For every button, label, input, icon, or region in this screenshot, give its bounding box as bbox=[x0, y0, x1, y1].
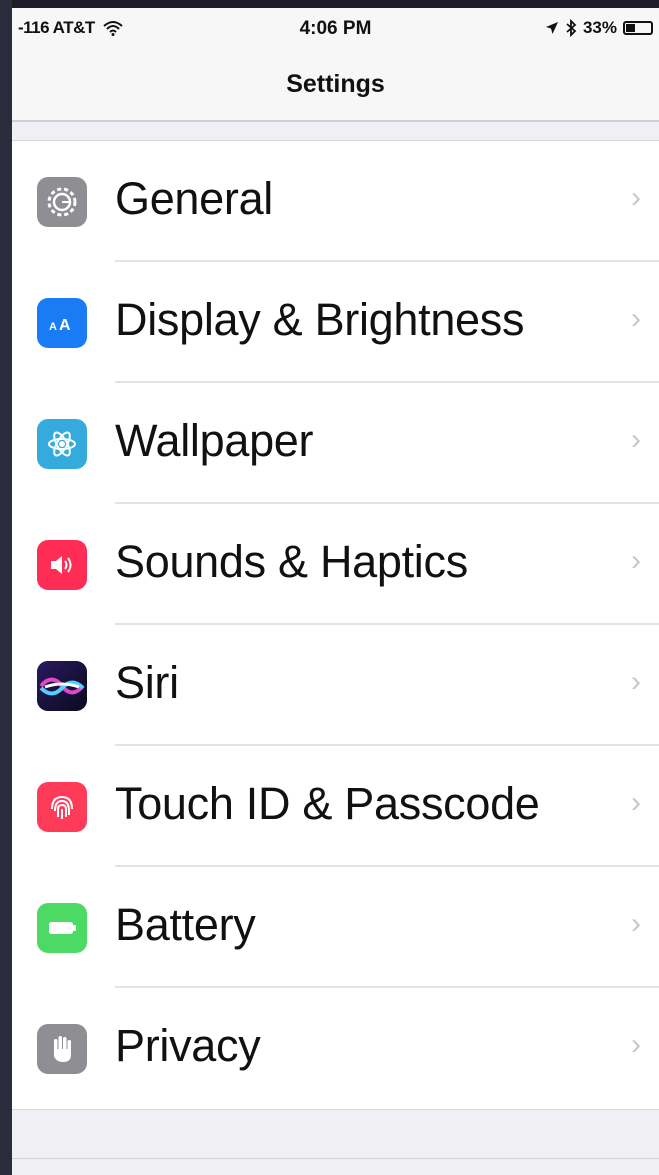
settings-row-wallpaper[interactable]: Wallpaper › bbox=[12, 383, 659, 504]
flower-icon bbox=[37, 419, 87, 469]
settings-screen: -116 AT&T 4:06 PM 33% Settings General ›… bbox=[12, 8, 659, 1175]
bluetooth-icon bbox=[566, 19, 577, 37]
status-right: 33% bbox=[545, 18, 653, 38]
chevron-right-icon: › bbox=[631, 786, 641, 819]
svg-text:A: A bbox=[49, 321, 57, 333]
settings-row-siri[interactable]: Siri › bbox=[12, 625, 659, 746]
settings-row-label: General bbox=[115, 173, 273, 224]
settings-row-sounds-haptics[interactable]: Sounds & Haptics › bbox=[12, 504, 659, 625]
battery-indicator-icon bbox=[623, 21, 653, 35]
battery-icon bbox=[37, 903, 87, 953]
settings-row-privacy[interactable]: Privacy › bbox=[12, 988, 659, 1109]
fingerprint-icon bbox=[37, 782, 87, 832]
battery-level-fill bbox=[626, 24, 635, 32]
settings-row-label: Touch ID & Passcode bbox=[115, 778, 540, 829]
settings-row-label: Siri bbox=[115, 657, 179, 708]
chevron-right-icon: › bbox=[631, 907, 641, 940]
settings-row-label: Battery bbox=[115, 899, 256, 950]
navigation-bar: Settings bbox=[12, 50, 659, 122]
settings-list: General › A A Display & Brightness › Wal… bbox=[12, 140, 659, 1110]
svg-text:A: A bbox=[59, 317, 71, 334]
chevron-right-icon: › bbox=[631, 302, 641, 335]
section-divider bbox=[12, 1158, 659, 1159]
battery-percent: 33% bbox=[582, 18, 617, 37]
status-bar: -116 AT&T 4:06 PM 33% bbox=[12, 8, 659, 50]
chevron-right-icon: › bbox=[631, 181, 641, 214]
settings-row-label: Display & Brightness bbox=[115, 294, 525, 345]
settings-row-label: Sounds & Haptics bbox=[115, 536, 468, 587]
location-arrow-icon bbox=[545, 22, 558, 34]
page-title: Settings bbox=[286, 70, 385, 98]
device-bezel bbox=[0, 0, 12, 1175]
siri-icon bbox=[37, 661, 87, 711]
chevron-right-icon: › bbox=[631, 665, 641, 698]
speaker-icon bbox=[37, 540, 87, 590]
settings-row-battery[interactable]: Battery › bbox=[12, 867, 659, 988]
text-size-icon: A A bbox=[37, 298, 87, 348]
chevron-right-icon: › bbox=[631, 423, 641, 456]
gear-icon bbox=[37, 177, 87, 227]
hand-icon bbox=[37, 1024, 87, 1074]
settings-row-label: Privacy bbox=[115, 1020, 261, 1071]
settings-row-touch-id-passcode[interactable]: Touch ID & Passcode › bbox=[12, 746, 659, 867]
chevron-right-icon: › bbox=[631, 544, 641, 577]
settings-row-display-brightness[interactable]: A A Display & Brightness › bbox=[12, 262, 659, 383]
settings-row-general[interactable]: General › bbox=[12, 141, 659, 262]
settings-row-label: Wallpaper bbox=[115, 415, 314, 466]
chevron-right-icon: › bbox=[631, 1028, 641, 1061]
